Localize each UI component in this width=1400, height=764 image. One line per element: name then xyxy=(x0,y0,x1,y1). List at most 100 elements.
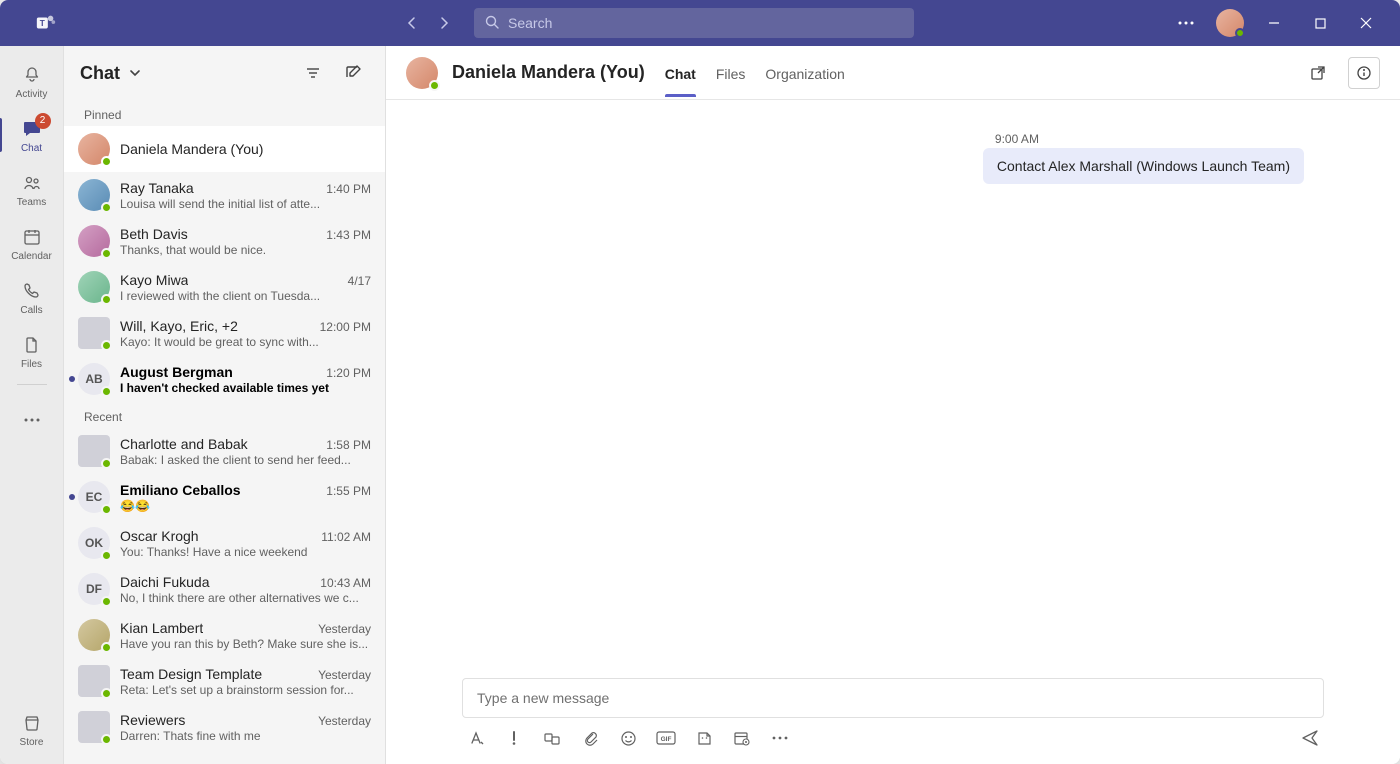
chat-time: 1:40 PM xyxy=(326,182,371,196)
rail-teams[interactable]: Teams xyxy=(0,162,64,216)
chat-time: 4/17 xyxy=(348,274,371,288)
more-actions-button[interactable] xyxy=(770,728,790,748)
avatar: EC xyxy=(78,481,110,513)
teams-logo: T xyxy=(32,9,60,37)
chat-row[interactable]: Will, Kayo, Eric, +2 12:00 PMKayo: It wou… xyxy=(64,310,385,356)
chat-time: 11:02 AM xyxy=(321,530,371,544)
rail-store[interactable]: Store xyxy=(0,702,64,756)
presence-available-icon xyxy=(101,458,112,469)
more-icon xyxy=(24,408,40,432)
more-options-button[interactable] xyxy=(1170,7,1202,39)
unread-indicator xyxy=(69,376,75,382)
rail-calendar[interactable]: Calendar xyxy=(0,216,64,270)
tab-chat[interactable]: Chat xyxy=(665,50,696,96)
file-icon xyxy=(22,333,42,357)
chat-name: Kian Lambert xyxy=(120,620,203,636)
minimize-button[interactable] xyxy=(1258,7,1290,39)
presence-available-icon xyxy=(101,688,112,699)
avatar: AB xyxy=(78,363,110,395)
chat-row[interactable]: DFDaichi Fukuda10:43 AMNo, I think there… xyxy=(64,566,385,612)
chat-time: 12:00 PM xyxy=(320,320,371,334)
chat-row[interactable]: ECEmiliano Ceballos1:55 PM😂😂 xyxy=(64,474,385,520)
chevron-down-icon[interactable] xyxy=(128,66,142,80)
chatlist-title: Chat xyxy=(80,63,120,84)
chat-row[interactable]: ABAugust Bergman1:20 PMI haven't checked… xyxy=(64,356,385,402)
phone-icon xyxy=(22,279,42,303)
avatar xyxy=(78,133,110,165)
gif-button[interactable]: GIF xyxy=(656,728,676,748)
rail-calls[interactable]: Calls xyxy=(0,270,64,324)
nav-back-button[interactable] xyxy=(398,9,426,37)
chat-row[interactable]: OKOscar Krogh11:02 AMYou: Thanks! Have a… xyxy=(64,520,385,566)
priority-button[interactable] xyxy=(504,728,524,748)
chat-name: August Bergman xyxy=(120,364,233,380)
tab-files[interactable]: Files xyxy=(716,50,746,96)
attach-button[interactable] xyxy=(580,728,600,748)
chat-name: Emiliano Ceballos xyxy=(120,482,241,498)
maximize-button[interactable] xyxy=(1304,7,1336,39)
chat-name: Reviewers xyxy=(120,712,185,728)
chat-preview: Darren: Thats fine with me xyxy=(120,729,371,743)
chat-row[interactable]: Beth Davis 1:43 PMThanks, that would be n… xyxy=(64,218,385,264)
chat-row[interactable]: Charlotte and Babak1:58 PMBabak: I asked… xyxy=(64,428,385,474)
presence-available-icon xyxy=(101,734,112,745)
rail-label: Teams xyxy=(17,197,46,208)
chat-time: 1:20 PM xyxy=(326,366,371,380)
rail-label: Store xyxy=(20,737,44,748)
avatar: OK xyxy=(78,527,110,559)
message-input[interactable] xyxy=(477,690,1309,706)
rail-chat[interactable]: 2 Chat xyxy=(0,108,64,162)
chat-name: Oscar Krogh xyxy=(120,528,199,544)
chat-row[interactable]: ReviewersYesterdayDarren: Thats fine wit… xyxy=(64,704,385,750)
search-input[interactable] xyxy=(474,8,914,38)
emoji-button[interactable] xyxy=(618,728,638,748)
message-time: 9:00 AM xyxy=(983,132,1304,148)
chat-row[interactable]: Team Design TemplateYesterdayReta: Let's… xyxy=(64,658,385,704)
chat-name: Daniela Mandera (You) xyxy=(120,141,263,157)
avatar xyxy=(78,225,110,257)
chat-name: Beth Davis xyxy=(120,226,188,242)
avatar xyxy=(78,317,110,349)
avatar xyxy=(78,271,110,303)
chat-name: Charlotte and Babak xyxy=(120,436,248,452)
popout-button[interactable] xyxy=(1302,57,1334,89)
new-chat-button[interactable] xyxy=(337,57,369,89)
chat-row[interactable]: Kian LambertYesterdayHave you ran this b… xyxy=(64,612,385,658)
presence-available-icon xyxy=(101,340,112,351)
chat-preview: Thanks, that would be nice. xyxy=(120,243,371,257)
user-avatar[interactable] xyxy=(1216,9,1244,37)
chat-time: 10:43 AM xyxy=(320,576,371,590)
format-button[interactable] xyxy=(466,728,486,748)
tab-organization[interactable]: Organization xyxy=(765,50,844,96)
close-button[interactable] xyxy=(1350,7,1382,39)
schedule-button[interactable] xyxy=(732,728,752,748)
rail-more[interactable] xyxy=(0,393,64,447)
chat-preview: Kayo: It would be great to sync with... xyxy=(120,335,371,349)
chat-name: Ray Tanaka xyxy=(120,180,194,196)
chat-time: 1:43 PM xyxy=(326,228,371,242)
chat-preview: Babak: I asked the client to send her fe… xyxy=(120,453,371,467)
message-text: Contact Alex Marshall (Windows Launch Te… xyxy=(983,148,1304,184)
message-composer[interactable] xyxy=(462,678,1324,718)
send-button[interactable] xyxy=(1300,728,1320,748)
nav-forward-button[interactable] xyxy=(430,9,458,37)
chat-row[interactable]: Daniela Mandera (You) xyxy=(64,126,385,172)
chat-name: Kayo Miwa xyxy=(120,272,188,288)
chat-preview: Louisa will send the initial list of att… xyxy=(120,197,371,211)
chat-row[interactable]: Ray Tanaka 1:40 PMLouisa will send the in… xyxy=(64,172,385,218)
chat-badge: 2 xyxy=(35,113,51,129)
info-button[interactable] xyxy=(1348,57,1380,89)
chat-preview: Reta: Let's set up a brainstorm session … xyxy=(120,683,371,697)
chat-name: Will, Kayo, Eric, +2 xyxy=(120,318,238,334)
unread-indicator xyxy=(69,494,75,500)
loop-button[interactable] xyxy=(542,728,562,748)
sticker-button[interactable] xyxy=(694,728,714,748)
chat-name: Daichi Fukuda xyxy=(120,574,210,590)
presence-available-icon xyxy=(429,80,440,91)
chat-preview: No, I think there are other alternatives… xyxy=(120,591,371,605)
chat-row[interactable]: Kayo Miwa4/17I reviewed with the client … xyxy=(64,264,385,310)
rail-files[interactable]: Files xyxy=(0,324,64,378)
rail-activity[interactable]: Activity xyxy=(0,54,64,108)
store-icon xyxy=(22,711,42,735)
filter-button[interactable] xyxy=(297,57,329,89)
